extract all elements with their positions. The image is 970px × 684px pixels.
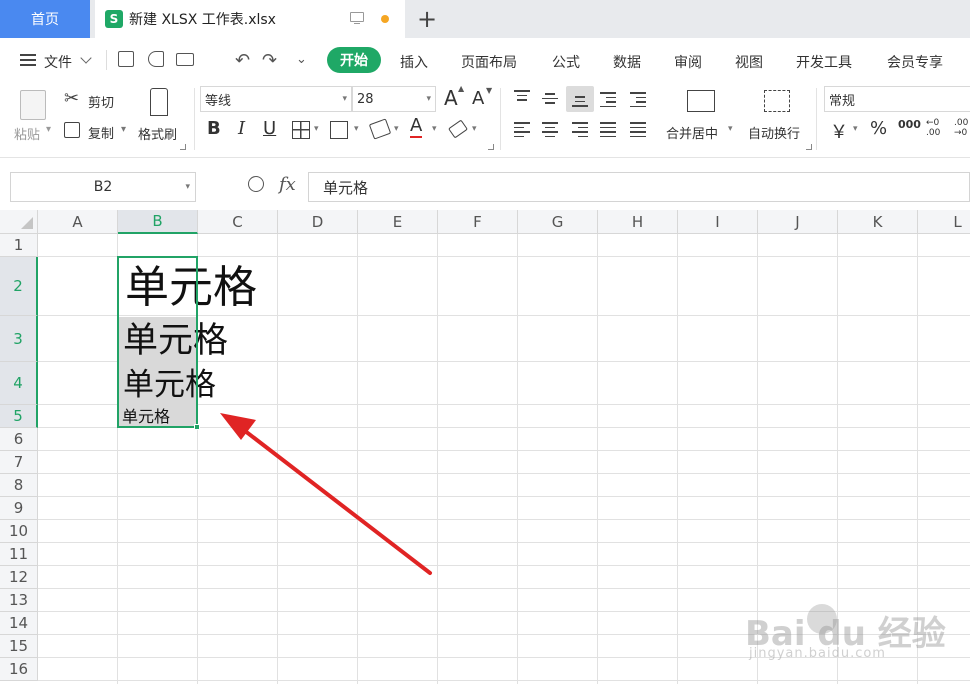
baidu-watermark: Bai du 经验 jingyan.baidu.com (745, 600, 970, 684)
watermark-url: jingyan.baidu.com (749, 646, 886, 661)
arrow-shaft (234, 422, 432, 575)
red-arrow-annotation (220, 413, 432, 575)
